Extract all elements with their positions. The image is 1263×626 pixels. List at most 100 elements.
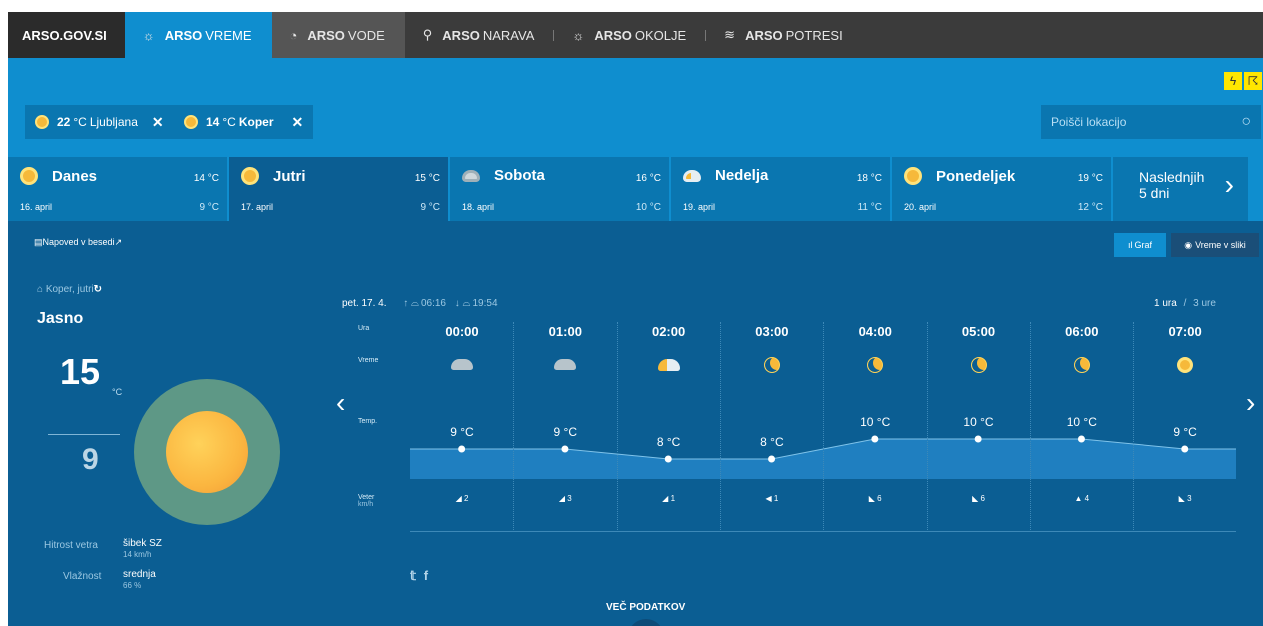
chevron-left-icon[interactable]: ‹	[336, 387, 345, 419]
external-link-icon: ↗	[114, 237, 123, 247]
cloud-icon	[462, 169, 480, 182]
interval-switch: 1 ura / 3 ure	[1154, 298, 1216, 309]
hour-time: 02:00	[651, 324, 686, 339]
search-placeholder: Poišči lokacijo	[1051, 115, 1127, 129]
day-tab-ponedeljek[interactable]: Ponedeljek 20. april 19 °C 12 °C	[892, 157, 1111, 221]
row-label-temp: Temp.	[358, 418, 378, 425]
humidity-label: Vlažnost	[63, 571, 102, 582]
hour-temp: 10 °C	[860, 415, 891, 429]
more-data-label[interactable]: VEČ PODATKOV	[606, 602, 685, 613]
thunder-warning-icon[interactable]: ☈	[1244, 72, 1262, 90]
nav-label: VREME	[205, 27, 252, 43]
close-icon[interactable]: ✕	[292, 114, 304, 131]
wind-speed-value: 6	[980, 494, 985, 503]
hour-time: 05:00	[961, 324, 996, 339]
nav-arso-okolje[interactable]: ☼ ARSO OKOLJE	[554, 12, 707, 58]
day-date: 16. april	[20, 202, 53, 212]
chip-temp: 14	[206, 115, 220, 129]
interval-3h[interactable]: 3 ure	[1193, 298, 1216, 309]
hour-time: 07:00	[1168, 324, 1202, 339]
column-divider	[1029, 322, 1031, 532]
max-temperature: 15	[60, 351, 101, 392]
location-chip-ljubljana[interactable]: 22 °C Ljubljana ✕	[25, 105, 174, 139]
hour-wind: ◣ 3	[1133, 494, 1237, 503]
environment-icon: ☼	[572, 27, 585, 43]
sun-icon	[904, 167, 922, 185]
hour-temp: 10 °C	[1066, 415, 1097, 429]
moon-icon	[1073, 357, 1090, 373]
hour-column: 05:00 10 °C ◣ 6	[927, 322, 1031, 532]
search-icon[interactable]: ○	[1241, 113, 1251, 131]
day-tab-sobota[interactable]: Sobota 18. april 16 °C 10 °C	[450, 157, 669, 221]
graph-button[interactable]: ıl Graf	[1114, 233, 1166, 257]
day-tab-danes[interactable]: Danes 16. april 14 °C 9 °C	[8, 157, 227, 221]
partly-cloudy-icon	[683, 169, 701, 182]
day-max-temp: 18 °C	[856, 173, 882, 184]
wind-speed: 14 km/h	[123, 550, 152, 559]
row-label-weather: Vreme	[358, 357, 379, 364]
day-date: 18. april	[462, 202, 495, 212]
location-chip-koper[interactable]: 14 °C Koper ✕	[174, 105, 314, 139]
nav-label: VODE	[347, 27, 385, 43]
chevron-down-icon[interactable]: ⌄	[628, 619, 664, 626]
day-tab-nedelja[interactable]: Nedelja 19. april 18 °C 11 °C	[671, 157, 890, 221]
wind-direction-icon: ◢	[558, 494, 566, 503]
nav-label-bold: ARSO	[594, 27, 632, 43]
facebook-icon[interactable]: f	[424, 568, 428, 583]
twitter-icon[interactable]: 𝕥	[410, 568, 416, 583]
nav-home-link[interactable]: ARSO.GOV.SI	[8, 12, 125, 58]
hour-column: 03:00 8 °C ◀ 1	[720, 322, 824, 532]
day-date: 17. april	[241, 202, 274, 212]
day-max-temp: 14 °C	[193, 173, 219, 184]
sun-icon	[35, 115, 49, 129]
day-name: Jutri	[273, 167, 306, 185]
nav-arso-vreme[interactable]: ☼ ARSO VREME	[124, 12, 272, 58]
document-icon: ▤	[34, 237, 43, 247]
earthquake-icon: ≋	[724, 27, 736, 42]
hour-column: 00:00 9 °C ◢ 2	[410, 322, 514, 532]
hour-column: 02:00 8 °C ◢ 1	[617, 322, 721, 532]
hour-wind: ◣ 6	[823, 494, 927, 503]
nav-label: POTRESI	[785, 27, 843, 43]
column-divider	[926, 322, 928, 532]
hour-temp: 9 °C	[1173, 425, 1197, 439]
hour-time: 06:00	[1065, 324, 1099, 339]
day-tab-jutri[interactable]: Jutri 17. april 15 °C 9 °C	[229, 157, 448, 221]
temp-divider	[48, 434, 120, 435]
nav-arso-vode[interactable]: ◔ ARSO VODE	[271, 12, 405, 58]
text-forecast-link[interactable]: ▤Napoved v besedi↗	[34, 237, 122, 248]
table-bottom-line	[410, 531, 1236, 532]
hour-time: 04:00	[858, 324, 892, 339]
refresh-icon[interactable]: ↻	[94, 284, 102, 295]
day-tabs: Danes 16. april 14 °C 9 °C Jutri 17. apr…	[8, 157, 1263, 221]
nav-arso-narava[interactable]: ⚲ ARSO NARAVA	[405, 12, 555, 58]
next-5-days-button[interactable]: Naslednjih 5 dni ›	[1113, 157, 1248, 221]
chip-temp: 22	[57, 115, 71, 129]
wind-direction-icon: ▲	[1074, 494, 1083, 503]
lightning-warning-icon[interactable]: ϟ	[1224, 72, 1242, 90]
row-label-hour: Ura	[358, 325, 370, 332]
day-max-temp: 15 °C	[414, 173, 440, 184]
sun-icon	[1177, 357, 1194, 373]
wind-direction-icon: ◢	[662, 494, 669, 503]
search-input[interactable]: Poišči lokacijo ○	[1041, 105, 1261, 139]
chip-city: Koper	[238, 115, 274, 129]
chevron-right-icon[interactable]: ›	[1246, 387, 1255, 419]
nav-arso-potresi[interactable]: ≋ ARSO POTRESI	[706, 12, 863, 58]
weather-in-image-button[interactable]: ◉ Vreme v sliki	[1171, 233, 1259, 257]
hour-wind: ▲ 4	[1030, 494, 1134, 503]
interval-1h[interactable]: 1 ura	[1154, 298, 1177, 309]
wind-direction-icon: ◣	[1178, 494, 1185, 503]
hour-temp: 8 °C	[760, 435, 784, 449]
moon-icon	[970, 357, 987, 373]
weather-in-image-label: Vreme v sliki	[1195, 240, 1246, 250]
hour-time: 03:00	[755, 324, 789, 339]
cloud-icon	[451, 359, 473, 370]
close-icon[interactable]: ✕	[152, 114, 164, 131]
wind-speed-value: 4	[1084, 494, 1090, 503]
humidity-value: srednja	[123, 569, 156, 580]
humidity-percent: 66 %	[123, 581, 142, 590]
forecast-panel: ▤Napoved v besedi↗ ıl Graf ◉ Vreme v sliki…	[8, 221, 1263, 626]
wind-direction-icon: ◣	[868, 494, 875, 503]
column-divider	[719, 322, 721, 532]
